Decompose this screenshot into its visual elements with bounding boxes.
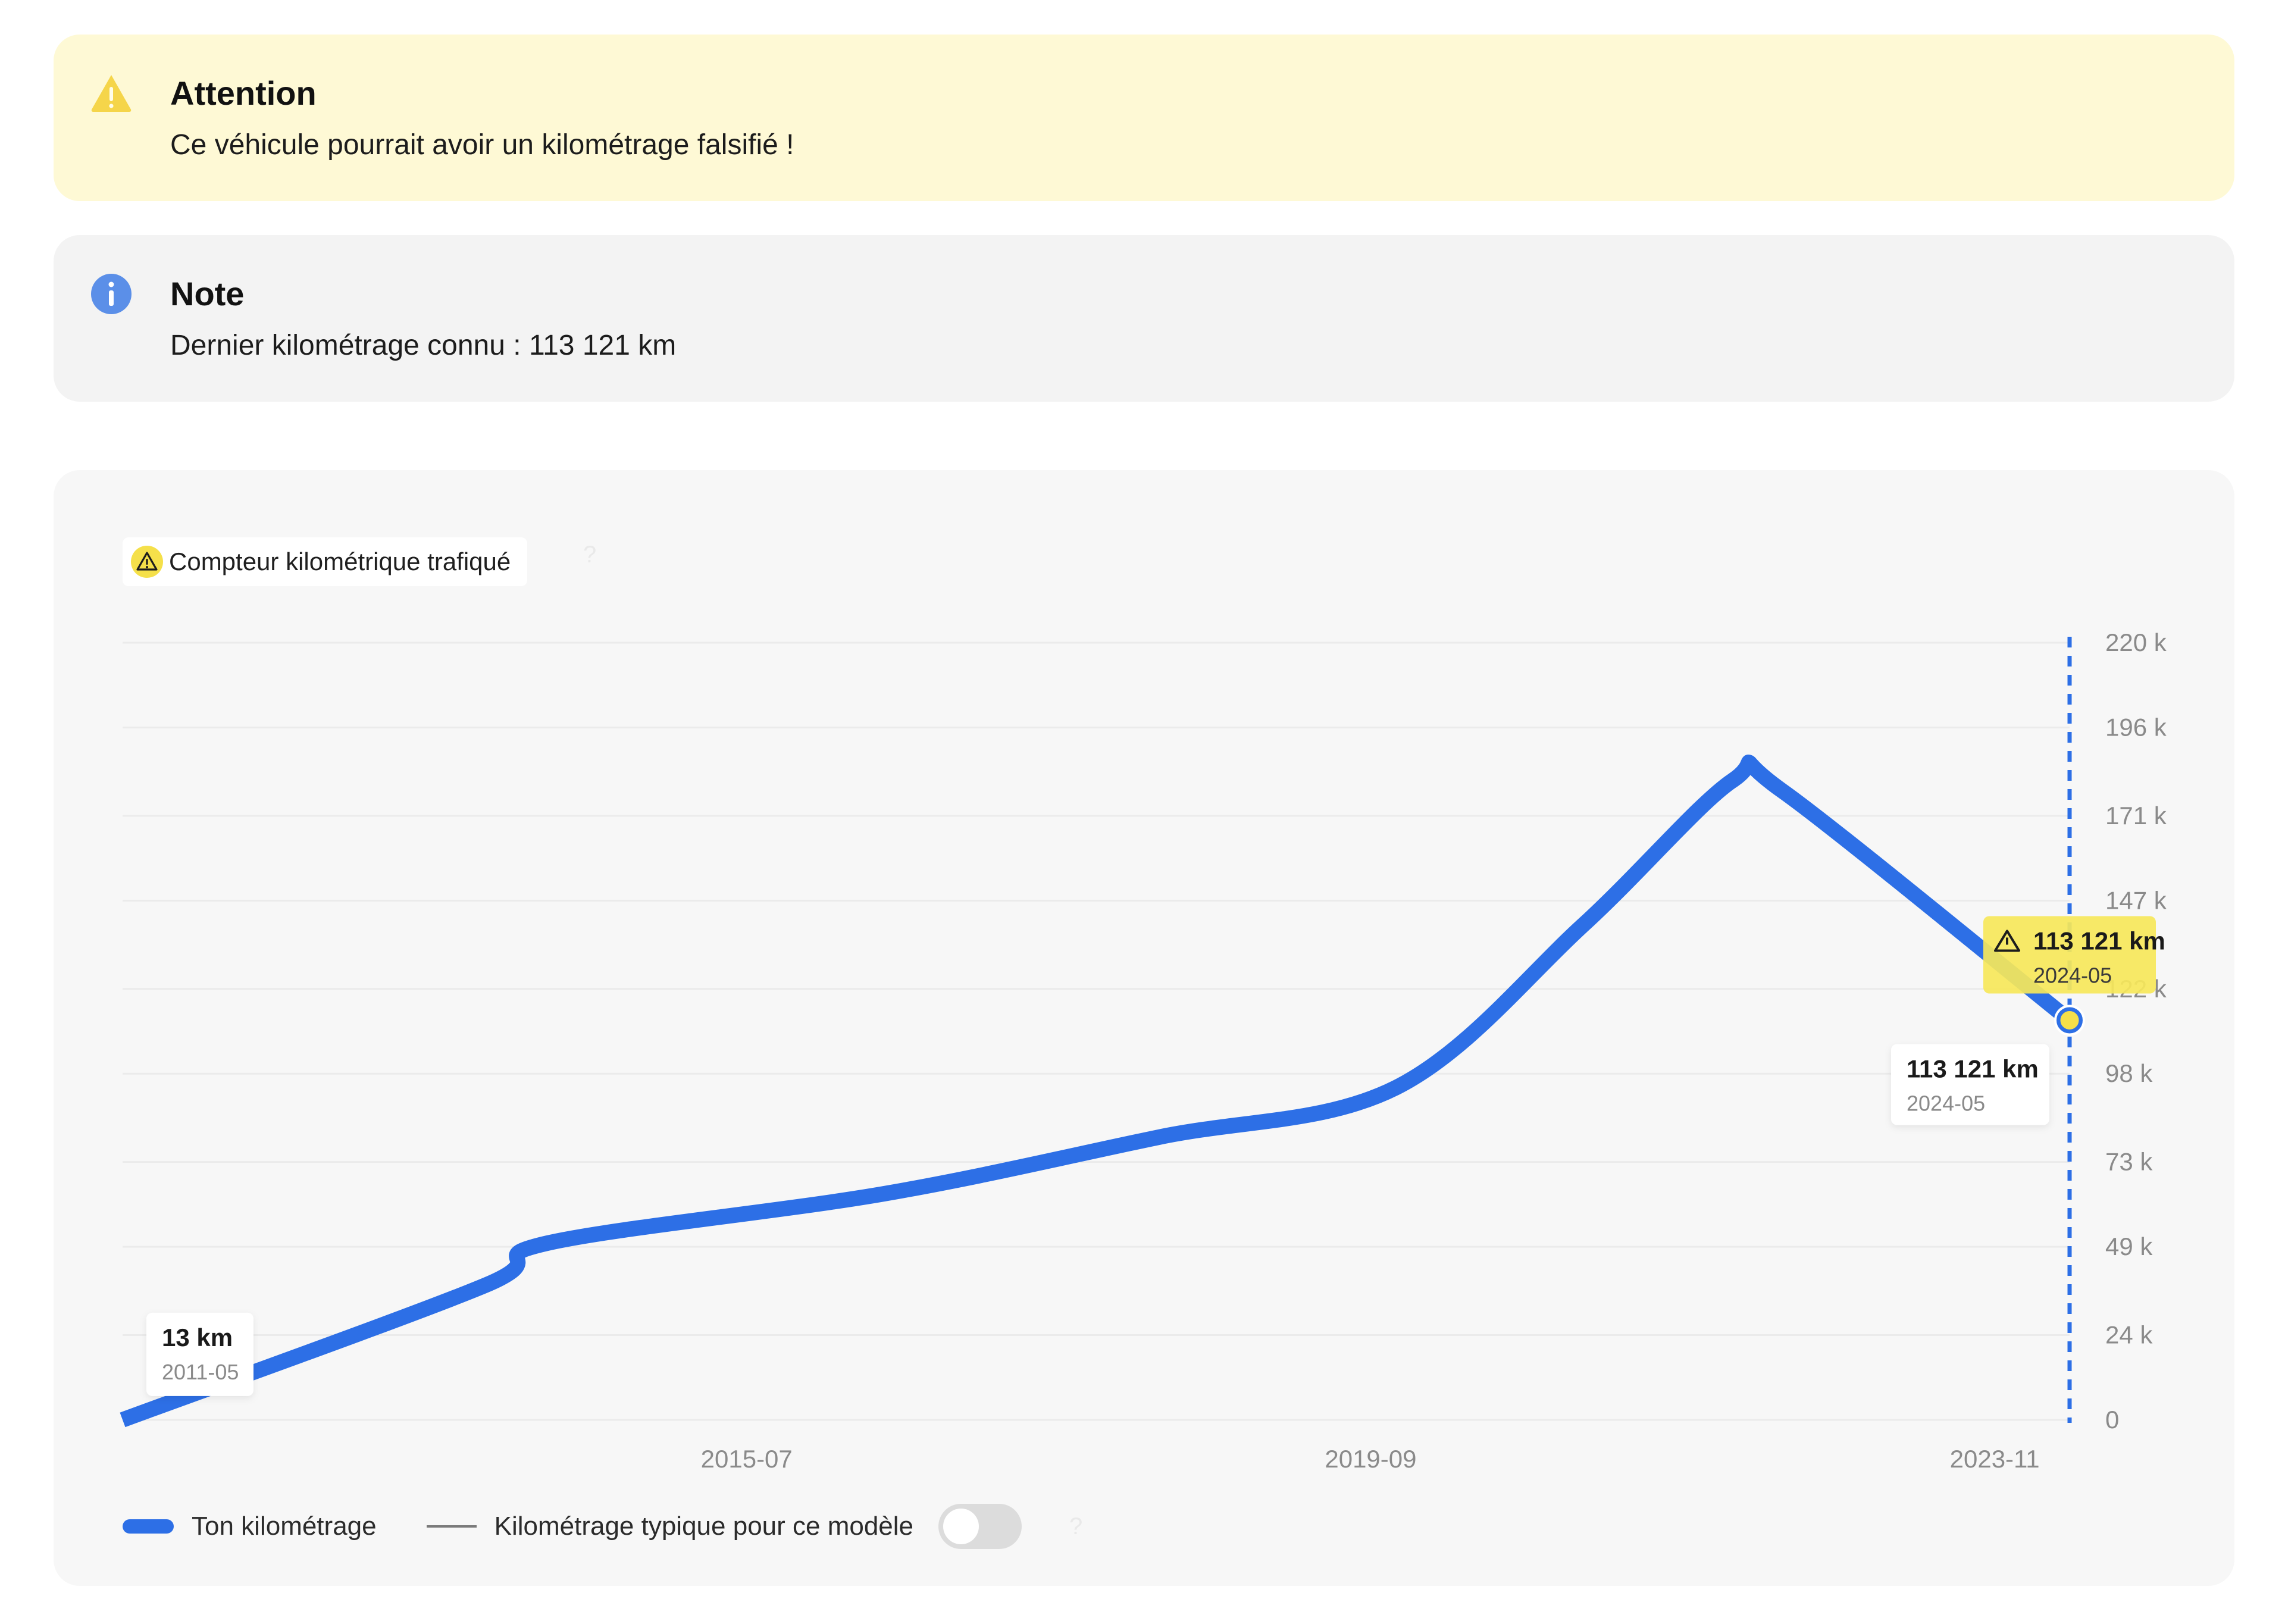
warning-message: Ce véhicule pourrait avoir un kilométrag… [170,129,794,161]
y-tick-label: 147 k [2105,886,2167,914]
legend-label-typical: Kilométrage typique pour ce modèle [494,1512,914,1541]
mileage-line-chart: 024 k49 k73 k98 k122 k147 k171 k196 k220… [120,628,2167,1473]
y-tick-label: 220 k [2105,628,2167,656]
legend-swatch-mileage [123,1519,174,1534]
last-point-marker [2056,1006,2083,1034]
help-icon[interactable]: ? [1069,1513,1082,1540]
y-tick-label: 196 k [2105,713,2167,741]
y-tick-label: 24 k [2105,1321,2153,1349]
tooltip-value: 13 km [162,1323,233,1351]
x-tick-label: 2023-11 [1950,1445,2040,1473]
y-tick-label: 0 [2105,1406,2119,1434]
tooltip-date: 2024-05 [2033,963,2112,987]
legend-swatch-typical [426,1525,477,1528]
tooltip-value: 113 121 km [1907,1054,2039,1082]
mileage-series-line [120,755,2075,1428]
tooltip-date: 2024-05 [1907,1091,1985,1115]
chart-legend: Ton kilométrage Kilométrage typique pour… [123,1500,1082,1553]
note-title: Note [170,275,245,312]
tooltip-value: 113 121 km [2033,927,2165,955]
y-tick-label: 98 k [2105,1059,2153,1087]
y-tick-label: 171 k [2105,802,2167,830]
tooltip-date: 2011-05 [162,1360,239,1384]
info-icon [91,274,132,314]
warning-triangle-icon [91,75,132,112]
note-message: Dernier kilométrage connu : 113 121 km [170,330,677,361]
x-tick-label: 2015-07 [701,1445,793,1473]
legend-label-mileage: Ton kilométrage [192,1512,377,1541]
typical-mileage-toggle[interactable] [938,1504,1022,1549]
warning-title: Attention [170,74,317,112]
y-tick-label: 49 k [2105,1232,2153,1260]
note-alert: Note Dernier kilométrage connu : 113 121… [54,235,2234,402]
toggle-knob [943,1509,979,1544]
x-tick-label: 2019-09 [1325,1445,1416,1473]
warning-alert: Attention Ce véhicule pourrait avoir un … [54,35,2234,201]
mileage-chart-card: Compteur kilométrique trafiqué ? 0 24 k 49… [54,470,2234,1586]
y-tick-label: 73 k [2105,1148,2153,1176]
